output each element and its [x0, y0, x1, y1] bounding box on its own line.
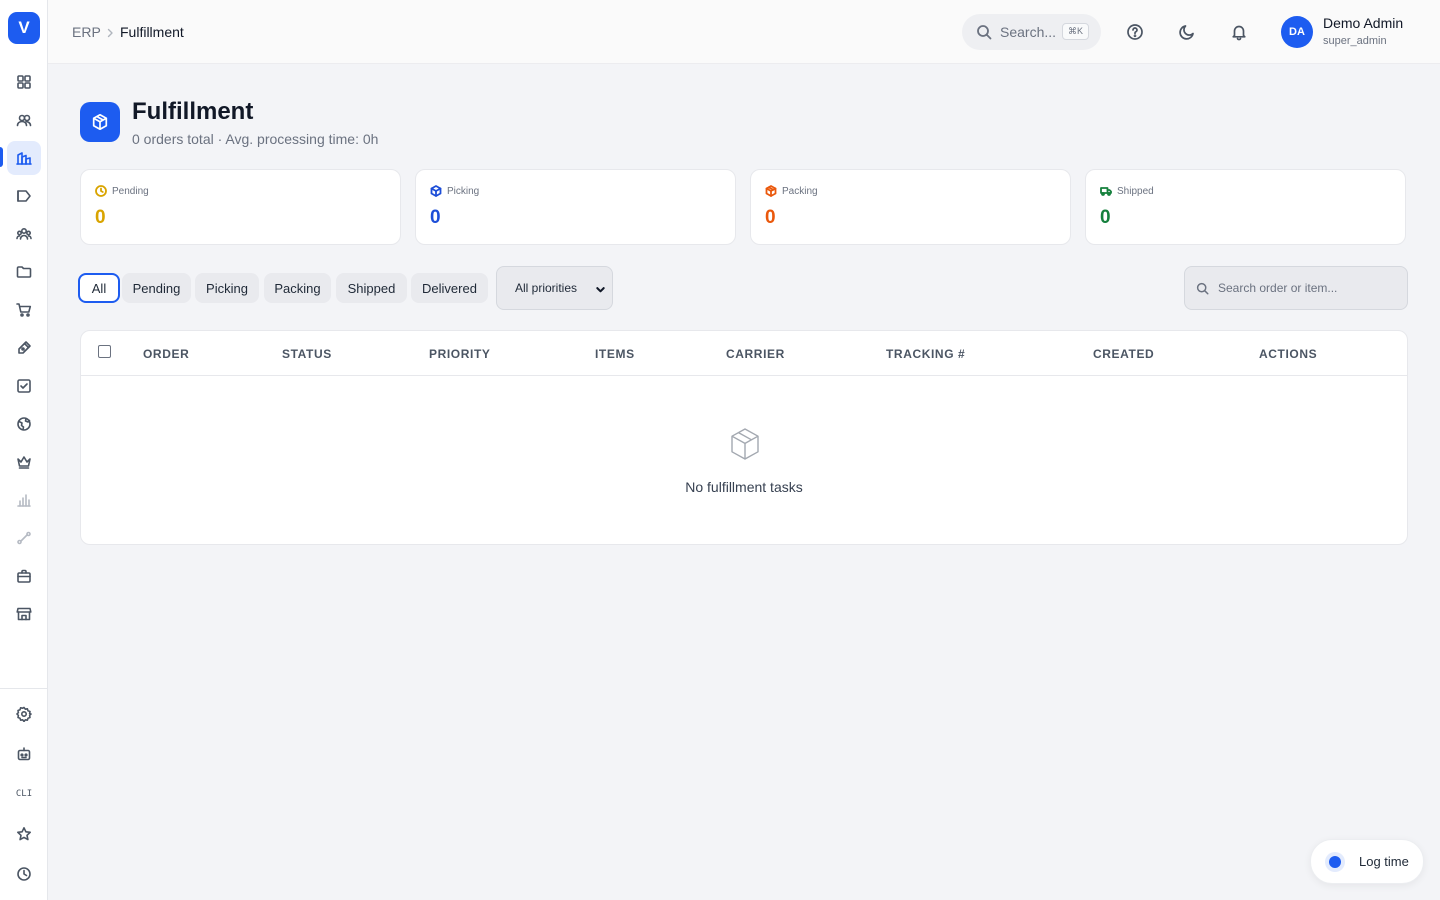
stat-label: Picking — [447, 185, 480, 197]
priority-select[interactable]: All priorities — [496, 266, 613, 310]
chevron-right-icon — [104, 26, 116, 38]
stat-value: 0 — [95, 207, 106, 228]
stat-card-shipped: Shipped 0 — [1085, 169, 1406, 245]
topbar: ERP Fulfillment Search... ⌘K DA Demo Adm… — [48, 0, 1440, 64]
campaigns-icon[interactable] — [7, 179, 41, 213]
app-logo[interactable]: V — [8, 12, 40, 44]
crown-icon[interactable] — [7, 445, 41, 479]
column-header-priority[interactable]: PRIORITY — [429, 347, 490, 361]
filter-tab-packing[interactable]: Packing — [264, 273, 331, 303]
column-header-status[interactable]: STATUS — [282, 347, 332, 361]
sidebar-divider — [0, 688, 48, 689]
cart-icon[interactable] — [7, 293, 41, 327]
box-icon — [80, 102, 120, 142]
cli-label: CLI — [15, 789, 33, 799]
column-header-actions: ACTIONS — [1259, 347, 1318, 361]
store-icon[interactable] — [7, 597, 41, 631]
global-search-placeholder: Search... — [1000, 24, 1057, 40]
pen-icon[interactable] — [7, 331, 41, 365]
stat-label: Pending — [112, 185, 149, 197]
order-search-input[interactable]: Search order or item... — [1184, 266, 1408, 310]
breadcrumb-current: Fulfillment — [120, 24, 184, 40]
stat-card-packing: Packing 0 — [750, 169, 1071, 245]
package-icon — [765, 185, 777, 197]
order-search-placeholder: Search order or item... — [1218, 281, 1338, 295]
analytics-icon[interactable] — [7, 483, 41, 517]
log-time-label: Log time — [1359, 854, 1409, 869]
help-icon[interactable] — [1123, 20, 1147, 44]
filter-tab-pending[interactable]: Pending — [122, 273, 191, 303]
avatar[interactable]: DA — [1281, 16, 1313, 48]
stat-value: 0 — [765, 207, 776, 228]
briefcase-icon[interactable] — [7, 559, 41, 593]
filter-tab-shipped[interactable]: Shipped — [336, 273, 407, 303]
global-search[interactable]: Search... ⌘K — [962, 14, 1101, 50]
erp-icon[interactable] — [7, 141, 41, 175]
column-header-carrier[interactable]: CARRIER — [726, 347, 785, 361]
breadcrumb-erp[interactable]: ERP — [72, 24, 101, 40]
stat-value: 0 — [430, 207, 441, 228]
user-role: super_admin — [1323, 35, 1387, 47]
folder-icon[interactable] — [7, 255, 41, 289]
stat-card-picking: Picking 0 — [415, 169, 736, 245]
chevron-down-icon — [596, 287, 605, 293]
timer-icon — [1325, 851, 1345, 872]
column-header-items[interactable]: ITEMS — [595, 347, 635, 361]
log-time-button[interactable]: Log time — [1310, 839, 1424, 884]
stat-value: 0 — [1100, 207, 1111, 228]
page-title: Fulfillment — [132, 98, 254, 125]
settings-icon[interactable] — [7, 697, 41, 731]
box-icon — [430, 185, 442, 197]
bell-icon[interactable] — [1227, 20, 1251, 44]
stat-label: Packing — [782, 185, 818, 197]
truck-icon — [1100, 187, 1112, 196]
moon-icon[interactable] — [1175, 20, 1199, 44]
search-shortcut: ⌘K — [1061, 23, 1089, 40]
user-name[interactable]: Demo Admin — [1323, 15, 1403, 31]
empty-box-icon — [727, 426, 763, 462]
empty-state-text: No fulfillment tasks — [685, 479, 803, 495]
select-all-checkbox[interactable] — [98, 345, 111, 358]
filter-tab-picking[interactable]: Picking — [195, 273, 259, 303]
stat-label: Shipped — [1117, 185, 1154, 197]
column-header-created[interactable]: CREATED — [1093, 347, 1154, 361]
column-header-tracking[interactable]: TRACKING # — [886, 347, 965, 361]
tasks-icon[interactable] — [7, 369, 41, 403]
sidebar: V CLI — [0, 0, 48, 900]
history-icon[interactable] — [7, 857, 41, 891]
star-icon[interactable] — [7, 817, 41, 851]
filter-tab-all[interactable]: All — [78, 273, 120, 303]
cli-button[interactable]: CLI — [7, 777, 41, 811]
priority-select-value: All priorities — [515, 281, 578, 295]
page-subtitle: 0 orders total · Avg. processing time: 0… — [132, 131, 379, 147]
dashboard-icon[interactable] — [7, 65, 41, 99]
filter-tab-delivered[interactable]: Delivered — [411, 273, 488, 303]
robot-icon[interactable] — [7, 737, 41, 771]
column-header-order[interactable]: ORDER — [143, 347, 189, 361]
search-icon — [977, 25, 992, 40]
fulfillment-table: ORDER STATUS PRIORITY ITEMS CARRIER TRAC… — [80, 330, 1408, 545]
clock-icon — [95, 185, 107, 197]
stat-card-pending: Pending 0 — [80, 169, 401, 245]
globe-icon[interactable] — [7, 407, 41, 441]
workflow-icon[interactable] — [7, 521, 41, 555]
table-header: ORDER STATUS PRIORITY ITEMS CARRIER TRAC… — [81, 331, 1407, 376]
team-icon[interactable] — [7, 217, 41, 251]
search-icon — [1196, 282, 1209, 295]
active-indicator — [0, 147, 3, 167]
contacts-icon[interactable] — [7, 103, 41, 137]
